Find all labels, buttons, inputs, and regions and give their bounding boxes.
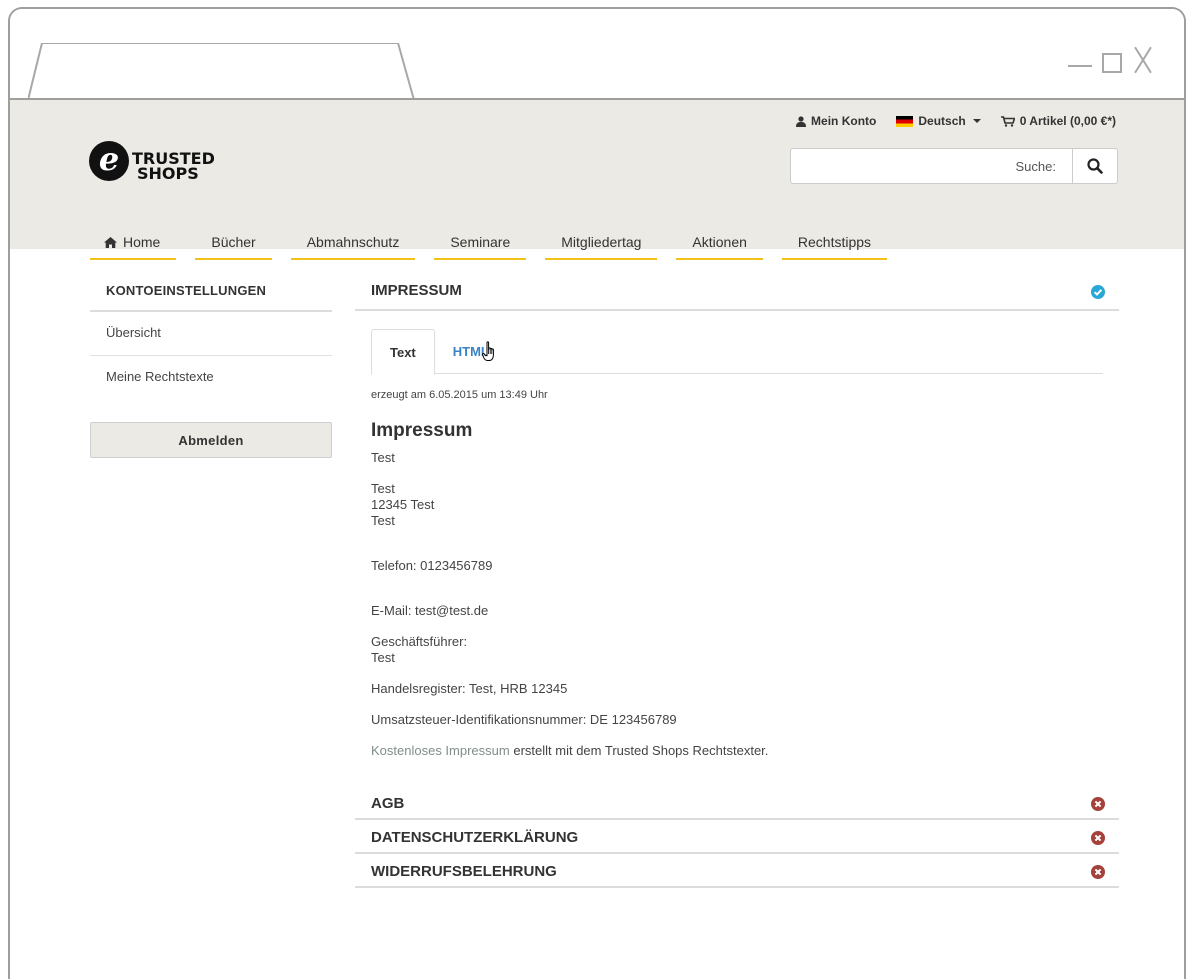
agb-section-header[interactable]: AGB — [355, 786, 1119, 820]
nav-item-rechtstipps[interactable]: Rechtstipps — [781, 234, 888, 260]
doc-ceo: Geschäftsführer: Test — [371, 634, 1103, 666]
nav-label-rechtstipps: Rechtstipps — [797, 234, 872, 250]
doc-phone: Telefon: 0123456789 — [371, 558, 493, 573]
header-topbar: Mein Konto Deutsch 0 Artikel (0,00 €*) — [796, 114, 1116, 128]
nav-label-mitgliedertag: Mitgliedertag — [561, 234, 642, 250]
minimize-icon[interactable] — [1068, 65, 1092, 67]
logo-wordmark: TRUSTED SHOPS — [132, 141, 215, 183]
language-label: Deutsch — [918, 114, 966, 128]
widerruf-section-title: WIDERRUFSBELEHRUNG — [371, 863, 557, 880]
window-controls — [1068, 47, 1154, 73]
datenschutz-section-header[interactable]: DATENSCHUTZERKLÄRUNG — [355, 820, 1119, 854]
sidebar-item-uebersicht[interactable]: Übersicht — [90, 312, 332, 356]
browser-tab[interactable] — [28, 43, 420, 101]
impressum-section-header[interactable]: IMPRESSUM — [355, 273, 1119, 311]
doc-name: Test — [371, 450, 395, 465]
account-sidebar: KONTOEINSTELLUNGEN Übersicht Meine Recht… — [90, 274, 332, 458]
impressum-document: Impressum Test Test 12345 Test Test Tele… — [371, 420, 1103, 759]
doc-footer-link[interactable]: Kostenloses Impressum — [371, 743, 510, 758]
agb-section-title: AGB — [371, 795, 405, 812]
cart-label: 0 Artikel (0,00 €*) — [1019, 114, 1116, 128]
doc-footer: Kostenloses Impressum erstellt mit dem T… — [371, 743, 1103, 759]
doc-vat: Umsatzsteuer-Identifikationsnummer: DE 1… — [371, 712, 677, 727]
nav-label-seminare: Seminare — [450, 234, 511, 250]
main-content: IMPRESSUM Text HTML erzeugt am 6.05.2015… — [355, 273, 1119, 888]
nav-label-home: Home — [123, 234, 161, 250]
doc-ceo-label: Geschäftsführer: — [371, 634, 468, 649]
flag-de-icon — [896, 115, 914, 127]
check-circle-icon — [1091, 285, 1105, 299]
logo-line2: SHOPS — [137, 164, 199, 183]
doc-address-line: Test — [371, 481, 395, 496]
sidebar-item-meine-rechtstexte[interactable]: Meine Rechtstexte — [90, 356, 332, 400]
nav-label-abmahnschutz: Abmahnschutz — [306, 234, 400, 250]
nav-item-aktionen[interactable]: Aktionen — [676, 234, 763, 260]
sidebar-title: KONTOEINSTELLUNGEN — [90, 274, 332, 312]
doc-register: Handelsregister: Test, HRB 12345 — [371, 681, 568, 696]
doc-ceo-name: Test — [371, 650, 395, 665]
close-icon[interactable] — [1132, 47, 1154, 73]
doc-email: E-Mail: test@test.de — [371, 603, 489, 618]
site-header: e TRUSTED SHOPS Mein Konto Deutsch 0 Art… — [10, 98, 1184, 260]
browser-window: e TRUSTED SHOPS Mein Konto Deutsch 0 Art… — [8, 7, 1186, 979]
tab-text[interactable]: Text — [371, 329, 435, 375]
trusted-shops-logo[interactable]: e TRUSTED SHOPS — [89, 141, 215, 183]
my-account-label: Mein Konto — [811, 114, 877, 128]
doc-footer-text: erstellt mit dem Trusted Shops Rechtstex… — [509, 743, 769, 758]
doc-address-line: Test — [371, 513, 395, 528]
hand-cursor-icon — [482, 341, 494, 361]
x-circle-icon — [1091, 797, 1105, 811]
cart-icon — [1000, 115, 1015, 127]
browser-chrome — [10, 9, 1184, 101]
nav-label-buecher: Bücher — [211, 234, 256, 250]
nav-label-aktionen: Aktionen — [692, 234, 747, 250]
nav-item-home[interactable]: Home — [90, 234, 177, 260]
nav-item-seminare[interactable]: Seminare — [434, 234, 527, 260]
doc-address: Test 12345 Test Test — [371, 481, 1103, 529]
maximize-icon[interactable] — [1102, 53, 1122, 73]
doc-address-line: 12345 Test — [371, 497, 435, 512]
impressum-section-title: IMPRESSUM — [371, 282, 462, 299]
logo-e-icon: e — [89, 141, 129, 181]
user-icon — [796, 115, 807, 127]
search-bar — [790, 148, 1118, 184]
doc-heading: Impressum — [371, 420, 473, 441]
cart-link[interactable]: 0 Artikel (0,00 €*) — [1000, 114, 1116, 128]
home-icon — [104, 237, 117, 248]
my-account-link[interactable]: Mein Konto — [796, 114, 876, 128]
nav-item-abmahnschutz[interactable]: Abmahnschutz — [290, 234, 416, 260]
main-nav: Home Bücher Abmahnschutz Seminare Mitgli… — [90, 234, 888, 260]
x-circle-icon — [1091, 831, 1105, 845]
x-circle-icon — [1091, 865, 1105, 879]
search-icon — [1087, 158, 1103, 174]
nav-item-mitgliedertag[interactable]: Mitgliedertag — [545, 234, 658, 260]
nav-item-buecher[interactable]: Bücher — [195, 234, 272, 260]
search-button[interactable] — [1072, 148, 1118, 184]
datenschutz-section-title: DATENSCHUTZERKLÄRUNG — [371, 829, 579, 846]
generated-timestamp: erzeugt am 6.05.2015 um 13:49 Uhr — [371, 389, 548, 401]
format-tabs: Text HTML — [371, 329, 1103, 375]
chevron-down-icon — [972, 119, 981, 123]
language-selector[interactable]: Deutsch — [896, 114, 981, 128]
search-input[interactable] — [790, 148, 1072, 184]
logout-button[interactable]: Abmelden — [90, 422, 332, 458]
widerruf-section-header[interactable]: WIDERRUFSBELEHRUNG — [355, 854, 1119, 888]
